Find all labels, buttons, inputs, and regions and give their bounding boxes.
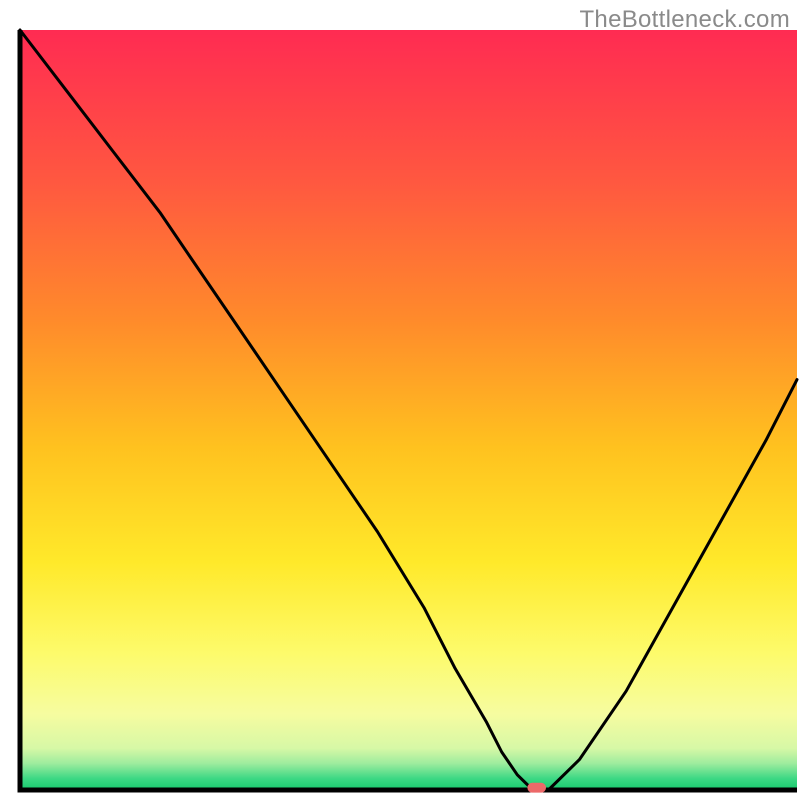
chart-container: TheBottleneck.com (0, 0, 800, 800)
chart-background (20, 30, 797, 790)
chart-svg (0, 0, 800, 800)
optimal-marker (527, 783, 546, 793)
